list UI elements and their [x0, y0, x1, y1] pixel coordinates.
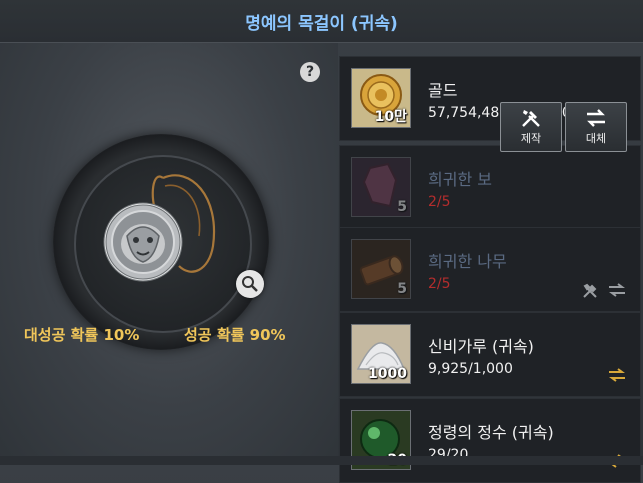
bottom-bar — [0, 456, 643, 465]
material-count: 5 — [397, 199, 407, 215]
material-count: 1000 — [368, 366, 407, 382]
material-name: 신비가루 (귀속) — [428, 337, 534, 356]
hammer-icon — [522, 110, 540, 127]
success-rate: 성공 확률 90% — [184, 326, 286, 344]
material-count: 10만 — [374, 109, 407, 125]
craft-button[interactable]: 제작 — [500, 102, 562, 152]
craft-button-label: 제작 — [520, 132, 542, 145]
material-row-rare-wood[interactable]: 5 희귀한 나무 2/5 — [339, 227, 641, 312]
rare-ore-icon: 5 — [351, 157, 411, 217]
window-title: 명예의 목걸이 (귀속) — [245, 13, 398, 34]
mystic-powder-icon: 1000 — [351, 324, 411, 384]
material-row-mystic-powder[interactable]: 1000 신비가루 (귀속) 9,925/1,000 — [339, 312, 641, 397]
material-name: 희귀한 보 — [428, 170, 492, 189]
zoom-icon[interactable] — [236, 270, 264, 298]
material-quantity: 2/5 — [428, 276, 451, 292]
material-row-spirit-essence[interactable]: 20 정령의 정수 (귀속) 29/20 — [339, 398, 641, 483]
help-icon[interactable]: ? — [300, 62, 320, 82]
material-name: 정령의 정수 (귀속) — [428, 423, 554, 442]
great-success-rate: 대성공 확률 10% — [24, 326, 140, 344]
replace-button-label: 대체 — [585, 132, 607, 145]
material-name: 희귀한 나무 — [428, 252, 507, 271]
material-name: 골드 — [428, 81, 458, 100]
craft-tools-icon[interactable] — [582, 283, 598, 299]
swap-icon[interactable] — [608, 283, 626, 297]
title-bar: 명예의 목걸이 (귀속) — [0, 0, 643, 43]
material-count: 5 — [397, 281, 407, 297]
replace-button[interactable]: 대체 — [565, 102, 627, 152]
material-quantity: 2/5 — [428, 194, 451, 210]
gold-coin-icon: 10만 — [351, 68, 411, 128]
material-row-rare-ore[interactable]: 5 희귀한 보 2/5 — [339, 145, 641, 230]
material-quantity: 9,925/1,000 — [428, 361, 513, 377]
swap-icon[interactable] — [608, 368, 626, 382]
necklace-icon — [103, 174, 216, 282]
swap-arrows-icon — [587, 109, 605, 127]
rare-wood-icon: 5 — [351, 239, 411, 299]
